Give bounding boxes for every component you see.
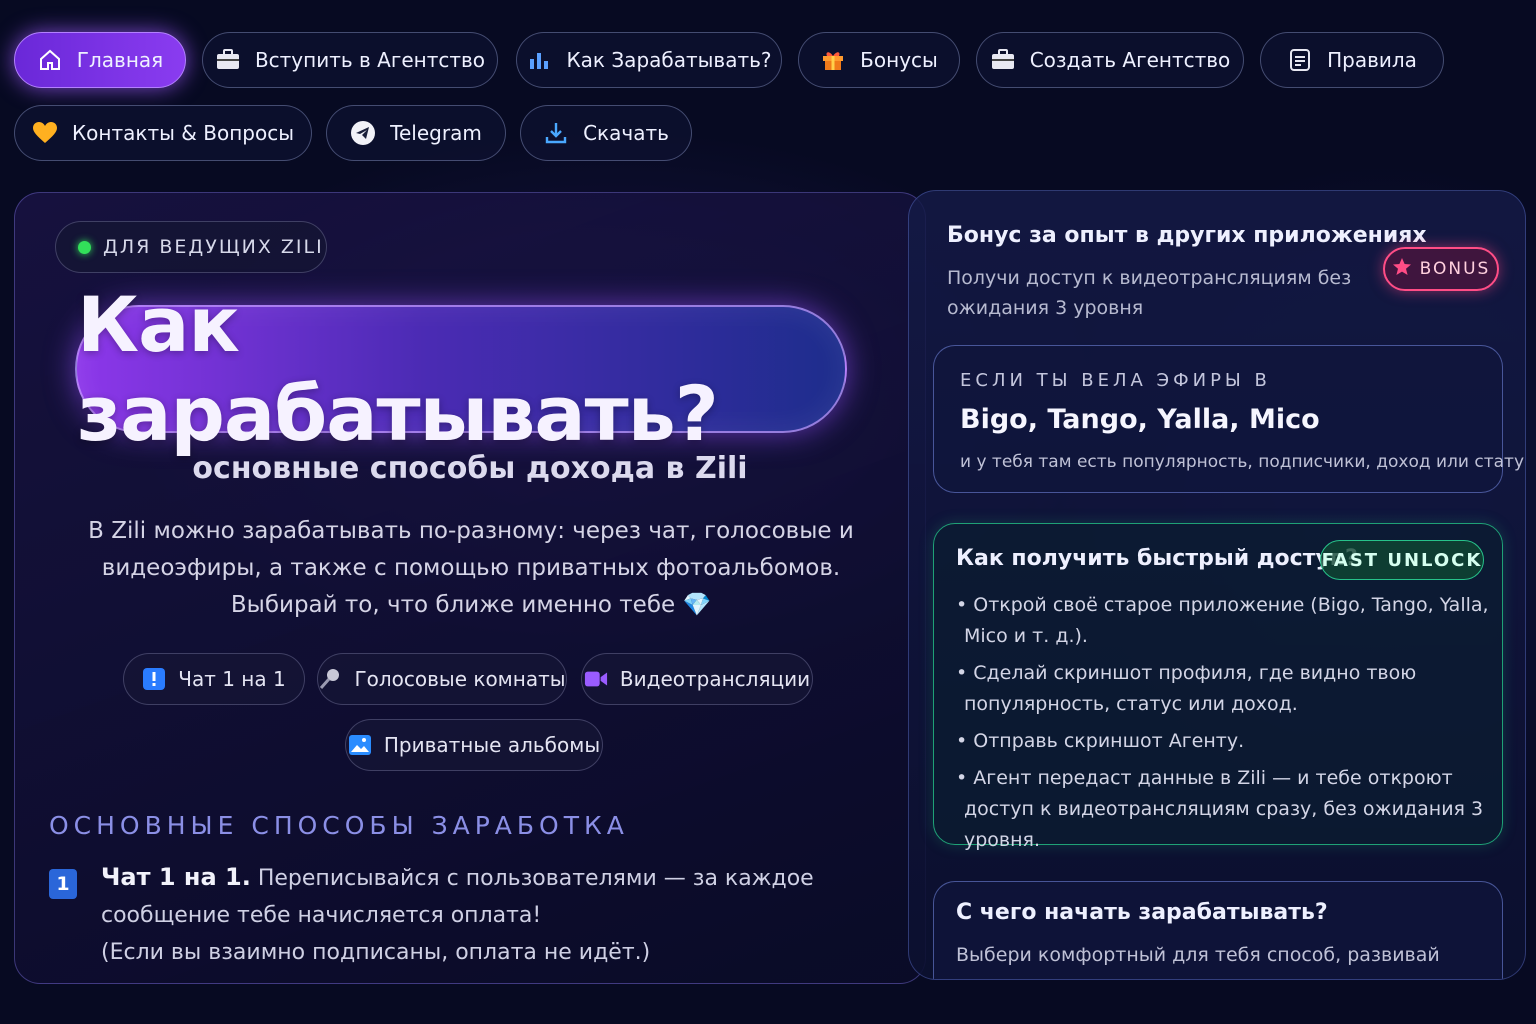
nav-telegram-button[interactable]: Telegram <box>326 105 506 161</box>
page-title: Как зарабатывать? <box>77 280 719 458</box>
apps-label: ЕСЛИ ТЫ ВЕЛА ЭФИРЫ В <box>960 370 1271 391</box>
start-earning-card: С чего начать зарабатывать? Выбери комфо… <box>933 881 1503 979</box>
nav-join-agency-label: Вступить в Агентство <box>254 48 486 72</box>
list-item: • Агент передаст данные в Zili — и тебе … <box>956 767 1484 851</box>
nav-home-button[interactable]: Главная <box>14 32 186 88</box>
nav-telegram-label: Telegram <box>390 121 482 145</box>
nav-bonuses-button[interactable]: Бонусы <box>798 32 960 88</box>
chip-chat-label: Чат 1 на 1 <box>178 667 286 691</box>
nav-download-label: Скачать <box>583 121 669 145</box>
chip-private-albums[interactable]: Приватные альбомы <box>345 719 603 771</box>
bonus-title: Бонус за опыт в других приложениях <box>947 223 1427 248</box>
page-subtitle: основные способы дохода в Zili <box>192 451 748 486</box>
document-icon <box>1287 47 1313 73</box>
chip-voice-rooms[interactable]: Голосовые комнаты <box>317 653 567 705</box>
chat-icon <box>142 667 166 691</box>
nav-contacts-button[interactable]: Контакты & Вопросы <box>14 105 312 161</box>
home-icon <box>37 47 63 73</box>
list-item: • Сделай скриншот профиля, где видно тво… <box>956 662 1417 715</box>
bonus-badge: BONUS <box>1383 247 1499 291</box>
way-item-chat: Чат 1 на 1. Переписывайся с пользователя… <box>101 859 901 971</box>
nav-bonuses-label: Бонусы <box>860 48 938 72</box>
telegram-icon <box>350 120 376 146</box>
chip-albums-label: Приватные альбомы <box>383 733 601 757</box>
nav-create-agency-label: Создать Агентство <box>1029 48 1231 72</box>
hero-title-banner: Как зарабатывать? <box>75 280 847 458</box>
audience-tag: ДЛЯ ВЕДУЩИХ ZILI <box>55 221 327 273</box>
briefcase-icon <box>990 47 1016 73</box>
audience-tag-label: ДЛЯ ВЕДУЩИХ ZILI <box>103 236 324 258</box>
status-dot-icon <box>78 240 91 254</box>
chip-video-label: Видеотрансляции <box>619 667 811 691</box>
section-title-ways: ОСНОВНЫЕ СПОСОБЫ ЗАРАБОТКА <box>49 811 629 840</box>
image-icon <box>348 733 372 757</box>
fast-unlock-card: Как получить быстрый доступ? FAST UNLOCK… <box>933 523 1503 851</box>
bar-chart-icon <box>526 47 552 73</box>
nav-download-button[interactable]: Скачать <box>520 105 692 161</box>
download-icon <box>543 120 569 146</box>
nav-home-label: Главная <box>76 48 164 72</box>
bonus-description: Получи доступ к видеотрансляциям без ожи… <box>947 267 1352 319</box>
intro-text: В Zili можно зарабатывать по-разному: че… <box>88 518 854 618</box>
briefcase-icon <box>215 47 241 73</box>
apps-card: ЕСЛИ ТЫ ВЕЛА ЭФИРЫ В Bigo, Tango, Yalla,… <box>933 345 1525 493</box>
fast-unlock-badge: FAST UNLOCK <box>1320 540 1484 580</box>
start-earning-title: С чего начать зарабатывать? <box>956 900 1328 925</box>
apps-description: и у тебя там есть популярность, подписчи… <box>960 452 1526 472</box>
chip-chat[interactable]: Чат 1 на 1 <box>123 653 305 705</box>
fast-unlock-title: Как получить быстрый доступ? <box>956 546 1358 571</box>
nav-create-agency-button[interactable]: Создать Агентство <box>976 32 1244 88</box>
fast-unlock-steps: • Открой своё старое приложение (Bigo, T… <box>956 590 1494 862</box>
side-panel: Бонус за опыт в других приложениях Получ… <box>908 190 1526 980</box>
gift-icon <box>820 47 846 73</box>
nav-how-to-earn-label: Как Зарабатывать? <box>566 48 772 72</box>
nav-how-to-earn-button[interactable]: Как Зарабатывать? <box>516 32 782 88</box>
bonus-badge-label: BONUS <box>1419 259 1491 279</box>
nav-rules-button[interactable]: Правила <box>1260 32 1444 88</box>
list-item: • Открой своё старое приложение (Bigo, T… <box>956 594 1489 647</box>
microphone-icon <box>318 667 342 691</box>
chip-voice-label: Голосовые комнаты <box>354 667 566 691</box>
video-camera-icon <box>584 667 608 691</box>
heart-icon <box>32 120 58 146</box>
nav-rules-label: Правила <box>1327 48 1417 72</box>
nav-join-agency-button[interactable]: Вступить в Агентство <box>202 32 498 88</box>
number-badge: 1 <box>49 869 77 899</box>
chip-video[interactable]: Видеотрансляции <box>581 653 813 705</box>
list-item: • Отправь скриншот Агенту. <box>956 730 1245 752</box>
nav-contacts-label: Контакты & Вопросы <box>71 121 294 145</box>
way-item-note: (Если вы взаимно подписаны, оплата не ид… <box>101 940 651 965</box>
star-icon <box>1392 257 1412 282</box>
way-item-title: Чат 1 на 1. <box>101 863 251 891</box>
main-panel: ДЛЯ ВЕДУЩИХ ZILI Как зарабатывать? основ… <box>14 192 926 984</box>
start-earning-description: Выбери комфортный для тебя способ, разви… <box>956 944 1440 966</box>
apps-names: Bigo, Tango, Yalla, Mico <box>960 404 1320 435</box>
